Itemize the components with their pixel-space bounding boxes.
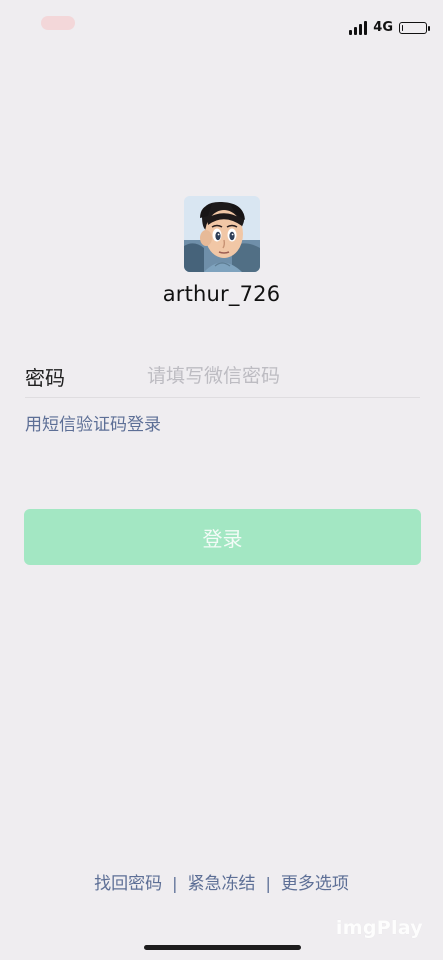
signal-icon [349,21,368,35]
username: arthur_726 [162,282,281,306]
password-label: 密码 [25,365,65,390]
sms-login-link[interactable]: 用短信验证码登录 [25,414,161,436]
footer-separator: | [172,874,178,893]
password-row: 密码 [25,355,420,398]
footer-links: 找回密码 | 紧急冻结 | 更多选项 [0,873,443,895]
avatar[interactable] [184,196,260,272]
status-pill [41,16,75,30]
battery-level [402,25,403,31]
network-type: 4G [373,20,393,35]
forgot-password-link[interactable]: 找回密码 [94,873,162,895]
emergency-freeze-link[interactable]: 紧急冻结 [188,873,256,895]
avatar-image [184,196,260,272]
home-indicator [144,945,301,950]
footer-separator: | [265,874,271,893]
password-input[interactable] [147,365,420,387]
login-button[interactable]: 登录 [24,509,421,565]
more-options-link[interactable]: 更多选项 [281,873,349,895]
battery-icon [399,22,430,34]
watermark-logo: imgPlay [335,917,423,939]
status-icons: 4G [349,17,430,39]
